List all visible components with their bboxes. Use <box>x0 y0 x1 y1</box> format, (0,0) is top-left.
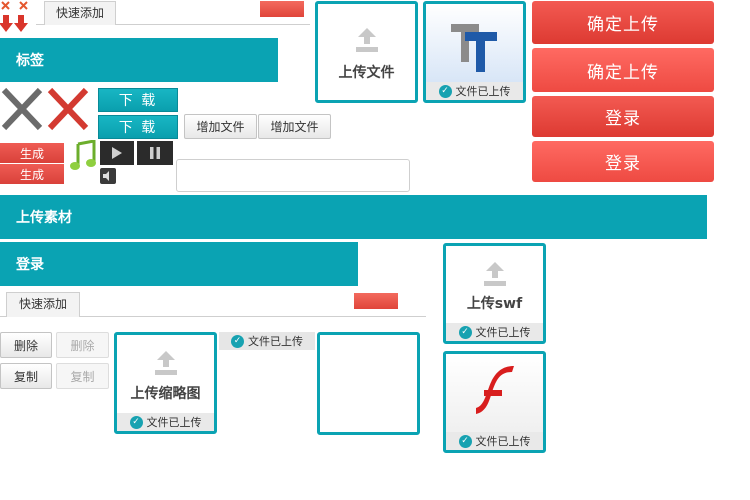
text-input[interactable] <box>176 159 410 192</box>
upload-icon <box>154 351 177 375</box>
music-note-icon <box>70 140 96 170</box>
add-file-button[interactable]: 增加文件 <box>184 114 257 139</box>
play-icon <box>112 147 122 159</box>
upload-thumbnail-card[interactable]: 上传缩略图 ✓ 文件已上传 <box>114 332 217 434</box>
check-icon: ✓ <box>438 84 452 98</box>
generate-button[interactable]: 生成 <box>0 164 64 184</box>
check-icon: ✓ <box>458 325 472 339</box>
upload-status-floating: ✓ 文件已上传 <box>219 332 315 350</box>
close-icon[interactable] <box>0 0 36 12</box>
login-button[interactable]: 登录 <box>532 141 714 182</box>
upload-swf-card[interactable]: 上传swf ✓ 文件已上传 <box>443 243 546 344</box>
font-tt-icon <box>450 24 497 72</box>
flash-file-card[interactable]: ✓ 文件已上传 <box>443 351 546 453</box>
red-bar-top <box>260 1 304 17</box>
copy-button[interactable]: 复制 <box>0 363 52 389</box>
close-icon[interactable] <box>46 86 90 132</box>
pause-icon <box>150 147 160 159</box>
tab-quick-add-top[interactable]: 快速添加 <box>44 1 116 25</box>
upload-status-text: 文件已上传 <box>475 326 531 339</box>
speaker-icon[interactable] <box>100 168 116 184</box>
download-button[interactable]: 下 载 <box>98 115 178 139</box>
small-close-icons <box>0 0 36 12</box>
red-bar-mid <box>354 293 398 309</box>
upload-status: ✓ 文件已上传 <box>446 432 543 450</box>
upload-status-text: 文件已上传 <box>146 416 202 429</box>
upload-status: ✓ 文件已上传 <box>426 82 523 100</box>
upload-status-text: 文件已上传 <box>455 85 511 98</box>
tag-header: 标签 <box>0 38 278 82</box>
upload-status-text: 文件已上传 <box>248 335 303 348</box>
login-button[interactable]: 登录 <box>532 96 714 137</box>
download-button[interactable]: 下 载 <box>98 88 178 112</box>
upload-file-card[interactable]: 上传文件 <box>315 1 418 103</box>
delete-button-disabled: 删除 <box>56 332 109 358</box>
close-icon[interactable] <box>0 86 44 132</box>
upload-icon <box>355 28 378 52</box>
confirm-upload-button[interactable]: 确定上传 <box>532 1 714 44</box>
upload-icon <box>483 262 506 286</box>
confirm-upload-button[interactable]: 确定上传 <box>532 48 714 92</box>
upload-material-header: 上传素材 <box>0 195 707 239</box>
check-icon: ✓ <box>458 434 472 448</box>
flash-icon <box>475 366 514 414</box>
font-file-card[interactable]: ✓ 文件已上传 <box>423 1 526 103</box>
check-icon: ✓ <box>129 415 143 429</box>
upload-status: ✓ 文件已上传 <box>117 413 214 431</box>
check-icon: ✓ <box>231 334 244 348</box>
pause-button[interactable] <box>137 141 173 165</box>
play-button[interactable] <box>100 141 134 165</box>
delete-button[interactable]: 删除 <box>0 332 52 358</box>
copy-button-disabled: 复制 <box>56 363 109 389</box>
arrow-down-icon[interactable] <box>0 13 36 35</box>
login-header: 登录 <box>0 242 358 286</box>
generate-button[interactable]: 生成 <box>0 143 64 163</box>
upload-status-text: 文件已上传 <box>475 435 531 448</box>
tab-quick-add-mid[interactable]: 快速添加 <box>6 292 80 317</box>
upload-thumbnail-label: 上传缩略图 <box>130 386 201 402</box>
add-file-button[interactable]: 增加文件 <box>258 114 331 139</box>
upload-file-label: 上传文件 <box>338 65 395 81</box>
upload-status: ✓ 文件已上传 <box>446 323 543 341</box>
upload-swf-label: 上传swf <box>466 296 523 312</box>
empty-upload-card[interactable] <box>317 332 420 435</box>
